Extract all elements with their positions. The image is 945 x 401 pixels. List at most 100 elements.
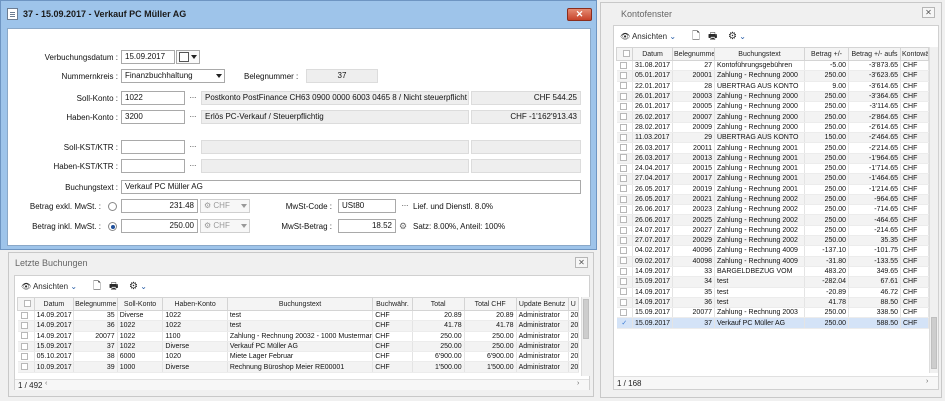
- row-select-cell[interactable]: [17, 310, 35, 322]
- checkbox[interactable]: [619, 144, 627, 152]
- column-header[interactable]: Buchungstext: [226, 297, 374, 311]
- row-select-cell[interactable]: [616, 276, 633, 288]
- mwst-betrag-input[interactable]: 18.52: [338, 219, 396, 233]
- table-row[interactable]: 24.07.2017 20027 Zahlung - Rechnung 2002 25…: [616, 225, 929, 237]
- select-all-header[interactable]: [17, 297, 35, 311]
- column-header[interactable]: Total CHF: [463, 297, 517, 311]
- row-select-cell[interactable]: [17, 351, 35, 363]
- gear-icon[interactable]: ⚙: [399, 220, 411, 232]
- table-row[interactable]: 15.09.2017 37 1022 Diverse Verkauf PC Müller…: [17, 341, 580, 353]
- table-row[interactable]: ✓ 15.09.2017 37 Verkauf PC Müller AG 250.00 5…: [616, 317, 929, 329]
- checkbox[interactable]: [619, 175, 627, 183]
- table-row[interactable]: 10.09.2017 39 1000 Diverse Rechnung Büroshop…: [17, 361, 580, 373]
- scroll-right-icon[interactable]: ›: [577, 380, 579, 387]
- checkbox[interactable]: [619, 226, 627, 234]
- row-select-cell[interactable]: [616, 307, 633, 319]
- checkbox[interactable]: [619, 113, 627, 121]
- table-row[interactable]: 26.01.2017 20003 Zahlung - Rechnung 2000 25…: [616, 91, 929, 103]
- table-row[interactable]: 11.03.2017 29 ÜBERTRAG AUS KONTO 150.00 -2'4…: [616, 132, 929, 144]
- checkbox[interactable]: [20, 352, 28, 360]
- row-select-cell[interactable]: [616, 91, 633, 103]
- konto-scrollbar[interactable]: [929, 47, 938, 373]
- ansichten-button[interactable]: 👁 Ansichten ⌄: [620, 29, 676, 45]
- table-row[interactable]: 04.02.2017 40096 Zahlung - Rechnung 4009 -1…: [616, 245, 929, 257]
- table-row[interactable]: 09.02.2017 40098 Zahlung - Rechnung 4009 -3…: [616, 256, 929, 267]
- row-select-cell[interactable]: [616, 173, 633, 185]
- checkbox[interactable]: [20, 311, 28, 319]
- row-select-cell[interactable]: [616, 266, 633, 278]
- table-row[interactable]: 15.09.2017 34 test -282.04 67.61 CHF: [616, 276, 929, 288]
- checkbox[interactable]: [20, 342, 28, 350]
- table-row[interactable]: 26.02.2017 20007 Zahlung - Rechnung 2000 25…: [616, 111, 929, 123]
- table-row[interactable]: 24.04.2017 20015 Zahlung - Rechnung 2001 25…: [616, 163, 929, 175]
- letzte-close-button[interactable]: ✕: [575, 257, 588, 268]
- column-header[interactable]: Datum: [632, 47, 673, 61]
- buchungsdatum-input[interactable]: 15.09.2017: [121, 50, 175, 64]
- checkbox[interactable]: [619, 205, 627, 213]
- row-select-cell[interactable]: [616, 153, 633, 164]
- table-row[interactable]: 14.09.2017 36 test 41.78 88.50 CHF: [616, 297, 929, 309]
- column-header[interactable]: Betrag +/-: [804, 47, 849, 61]
- haben-kst-input[interactable]: [121, 159, 185, 173]
- checkbox[interactable]: [20, 363, 28, 371]
- checkbox[interactable]: [619, 123, 627, 131]
- table-row[interactable]: 14.09.2017 36 1022 1022 test CHF 41.78 41.78 Adm…: [17, 320, 580, 332]
- row-select-cell[interactable]: [616, 81, 633, 92]
- scroll-thumb[interactable]: [931, 317, 937, 369]
- table-row[interactable]: 05.10.2017 38 6000 1020 Miete Lager Februar C…: [17, 351, 580, 363]
- haben-konto-lookup-button[interactable]: ...: [186, 110, 200, 124]
- ansichten-button[interactable]: 👁 Ansichten ⌄: [21, 279, 77, 295]
- betrag-inkl-input[interactable]: 250.00: [121, 219, 198, 233]
- checkbox[interactable]: [619, 308, 627, 316]
- checkbox[interactable]: [619, 195, 627, 203]
- currency-inkl-select[interactable]: ⚙ CHF: [200, 219, 250, 233]
- print-icon[interactable]: 🖶: [708, 29, 717, 45]
- table-row[interactable]: 14.09.2017 20077 1022 1100 Zahlung - Rechnun…: [17, 331, 580, 342]
- checkbox[interactable]: [619, 267, 627, 275]
- print-icon[interactable]: 🖶: [109, 279, 118, 295]
- column-header[interactable]: Update Benutz: [515, 297, 569, 311]
- row-select-cell[interactable]: [616, 245, 633, 257]
- checkbox[interactable]: [619, 164, 627, 172]
- checkbox[interactable]: [619, 278, 627, 286]
- row-select-cell[interactable]: [616, 132, 633, 144]
- row-select-cell[interactable]: [616, 235, 633, 247]
- row-select-cell[interactable]: [616, 214, 633, 226]
- row-select-cell[interactable]: [616, 297, 633, 309]
- dialog-titlebar[interactable]: 37 - 15.09.2017 - Verkauf PC Müller AG ✕: [1, 1, 596, 27]
- preview-icon[interactable]: 🗋: [93, 279, 101, 295]
- checkbox[interactable]: [619, 247, 627, 255]
- column-header[interactable]: Total: [411, 297, 465, 311]
- row-select-cell[interactable]: [616, 204, 633, 216]
- betrag-exkl-radio[interactable]: [108, 202, 117, 211]
- soll-kst-lookup-button[interactable]: ...: [186, 140, 200, 154]
- select-all-header[interactable]: [616, 47, 633, 61]
- checkbox[interactable]: [619, 288, 627, 296]
- row-select-cell[interactable]: [616, 101, 633, 113]
- preview-icon[interactable]: 🗋: [692, 29, 700, 45]
- settings-icon[interactable]: ⚙ ⌄: [129, 279, 147, 295]
- column-header[interactable]: Betrag +/- aufs: [848, 47, 901, 61]
- row-select-cell[interactable]: [616, 184, 633, 195]
- table-row[interactable]: 26.03.2017 20013 Zahlung - Rechnung 2001 25…: [616, 153, 929, 164]
- table-row[interactable]: 14.09.2017 33 BARGELDBEZUG VOM 483.20 349.65…: [616, 266, 929, 278]
- betrag-exkl-input[interactable]: 231.48: [121, 199, 198, 213]
- table-row[interactable]: 31.08.2017 27 Kontoführungsgebühren -5.00 -3…: [616, 60, 929, 72]
- soll-konto-input[interactable]: 1022: [121, 91, 185, 105]
- row-select-cell[interactable]: [616, 70, 633, 82]
- buchungstext-input[interactable]: Verkauf PC Müller AG: [121, 180, 581, 194]
- table-row[interactable]: 26.05.2017 20021 Zahlung - Rechnung 2002 25…: [616, 194, 929, 206]
- kontofenster-close-button[interactable]: ✕: [922, 7, 935, 18]
- row-select-cell[interactable]: [17, 361, 35, 373]
- haben-kst-lookup-button[interactable]: ...: [186, 159, 200, 173]
- mwst-code-lookup-button[interactable]: ...: [398, 199, 412, 213]
- close-button[interactable]: ✕: [567, 8, 592, 21]
- table-row[interactable]: 26.03.2017 20011 Zahlung - Rechnung 2001 25…: [616, 142, 929, 154]
- scroll-thumb[interactable]: [583, 299, 589, 339]
- row-select-cell[interactable]: [616, 287, 633, 298]
- checkbox[interactable]: [619, 216, 627, 224]
- row-select-cell[interactable]: [17, 331, 35, 342]
- checkbox[interactable]: [622, 50, 630, 58]
- checkbox[interactable]: [619, 102, 627, 110]
- checkbox[interactable]: [619, 72, 627, 80]
